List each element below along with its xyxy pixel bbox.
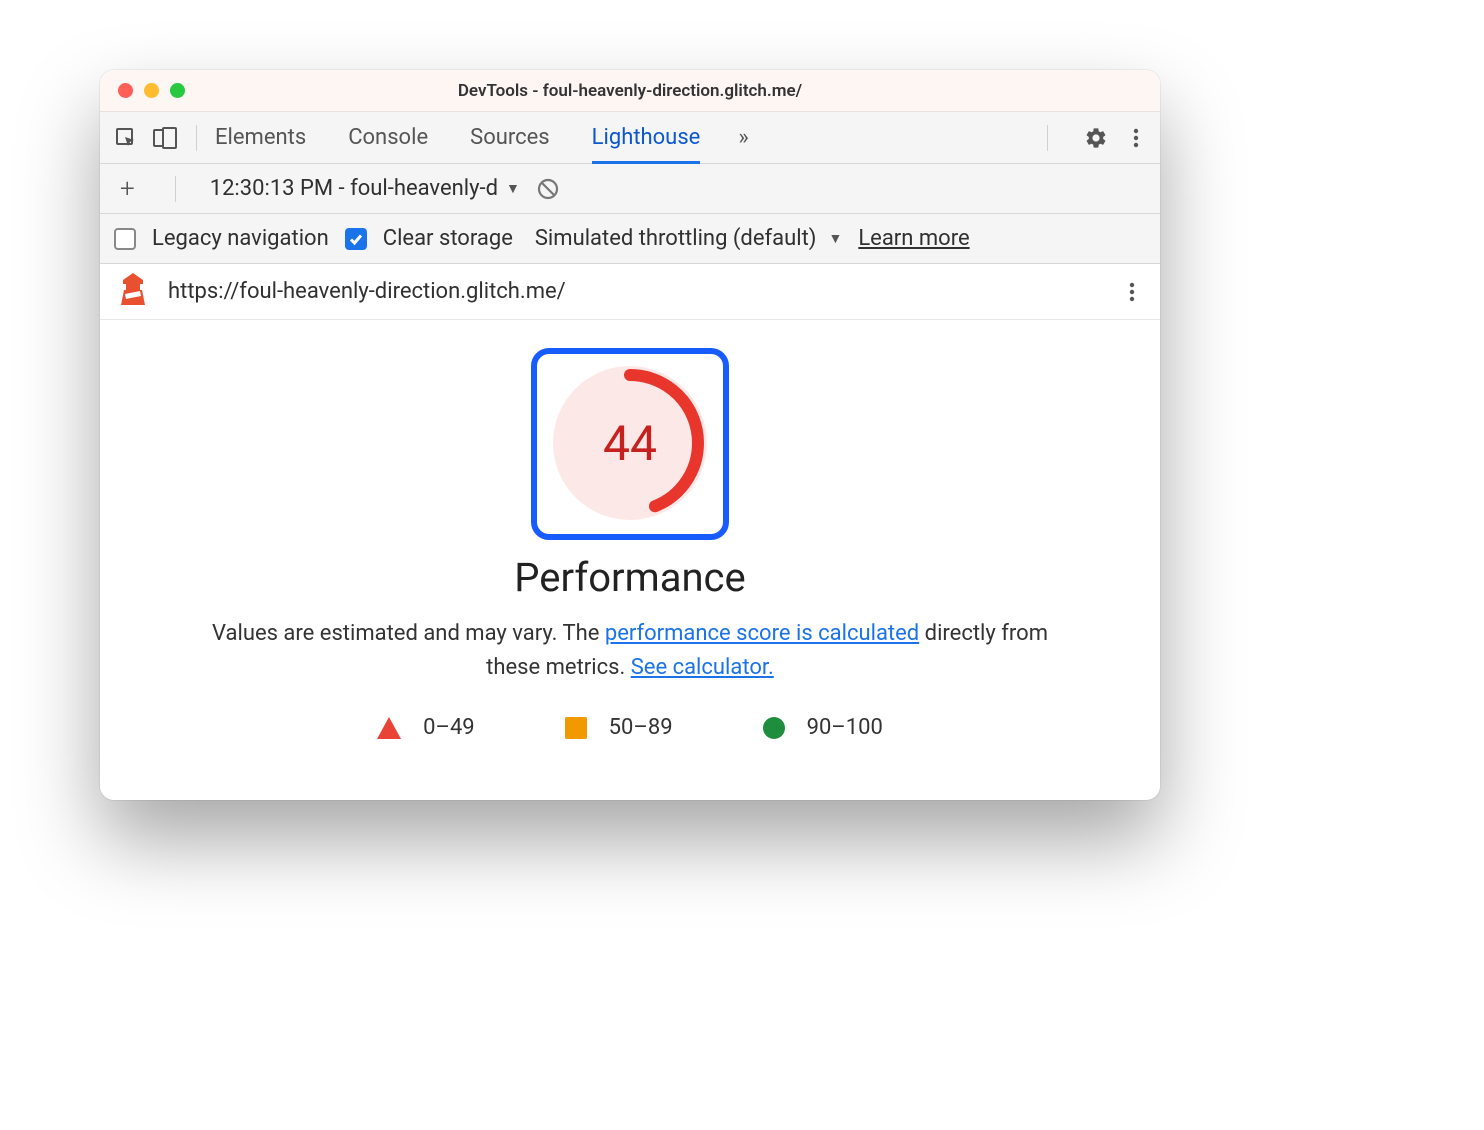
settings-gear-icon[interactable] [1084, 126, 1108, 150]
separator [196, 125, 197, 151]
legend-good-label: 90–100 [807, 715, 883, 740]
separator [1047, 125, 1048, 151]
learn-more-link[interactable]: Learn more [858, 226, 969, 251]
tab-lighthouse[interactable]: Lighthouse [592, 112, 701, 163]
throttling-label: Simulated throttling (default) [535, 226, 817, 251]
performance-score: 44 [603, 415, 657, 472]
report-dropdown[interactable]: 12:30:13 PM - foul-heavenly-d ▼ [210, 176, 520, 201]
separator [175, 176, 176, 202]
titlebar: DevTools - foul-heavenly-direction.glitc… [100, 70, 1160, 112]
lighthouse-report: 44 Performance Values are estimated and … [100, 320, 1160, 800]
legacy-navigation-checkbox[interactable] [114, 228, 136, 250]
legend-poor-label: 0–49 [423, 715, 475, 740]
lighthouse-logo-icon [118, 272, 148, 312]
lighthouse-options: Legacy navigation Clear storage Simulate… [100, 214, 1160, 264]
minimize-window-button[interactable] [144, 83, 159, 98]
chevron-down-icon: ▼ [506, 180, 520, 197]
legend-average: 50–89 [565, 715, 673, 740]
legend-poor: 0–49 [377, 715, 475, 740]
tab-sources[interactable]: Sources [470, 112, 550, 163]
clear-storage-checkbox[interactable] [345, 228, 367, 250]
performance-gauge-highlight: 44 [531, 348, 729, 540]
tab-elements[interactable]: Elements [215, 112, 306, 163]
square-icon [565, 717, 587, 739]
score-legend: 0–49 50–89 90–100 [377, 715, 883, 740]
performance-title: Performance [514, 554, 745, 601]
performance-gauge[interactable]: 44 [553, 366, 707, 520]
circle-icon [763, 717, 785, 739]
report-menu-icon[interactable] [1122, 280, 1142, 304]
chevron-down-icon: ▼ [828, 230, 842, 247]
clear-all-icon[interactable] [536, 177, 560, 201]
kebab-menu-icon[interactable] [1126, 126, 1146, 150]
new-report-button[interactable]: + [114, 174, 141, 204]
desc-text: Values are estimated and may vary. The [212, 621, 605, 646]
performance-description: Values are estimated and may vary. The p… [210, 617, 1050, 685]
score-calculation-link[interactable]: performance score is calculated [605, 621, 919, 646]
more-tabs-icon[interactable]: » [738, 112, 748, 163]
legend-average-label: 50–89 [609, 715, 673, 740]
main-toolbar: Elements Console Sources Lighthouse » [100, 112, 1160, 164]
tab-console[interactable]: Console [348, 112, 428, 163]
inspect-element-icon[interactable] [114, 126, 138, 150]
report-header: https://foul-heavenly-direction.glitch.m… [100, 264, 1160, 320]
window-title: DevTools - foul-heavenly-direction.glitc… [100, 81, 1160, 101]
see-calculator-link[interactable]: See calculator. [631, 655, 774, 680]
close-window-button[interactable] [118, 83, 133, 98]
window-controls [118, 83, 185, 98]
lighthouse-toolbar: + 12:30:13 PM - foul-heavenly-d ▼ [100, 164, 1160, 214]
devtools-window: DevTools - foul-heavenly-direction.glitc… [100, 70, 1160, 800]
toggle-device-toolbar-icon[interactable] [152, 126, 178, 150]
clear-storage-label: Clear storage [383, 226, 513, 251]
legacy-navigation-label: Legacy navigation [152, 226, 329, 251]
zoom-window-button[interactable] [170, 83, 185, 98]
legend-good: 90–100 [763, 715, 883, 740]
report-url: https://foul-heavenly-direction.glitch.m… [168, 279, 566, 304]
triangle-icon [377, 717, 401, 739]
throttling-dropdown[interactable]: Simulated throttling (default) ▼ [535, 226, 842, 251]
report-dropdown-label: 12:30:13 PM - foul-heavenly-d [210, 176, 498, 201]
